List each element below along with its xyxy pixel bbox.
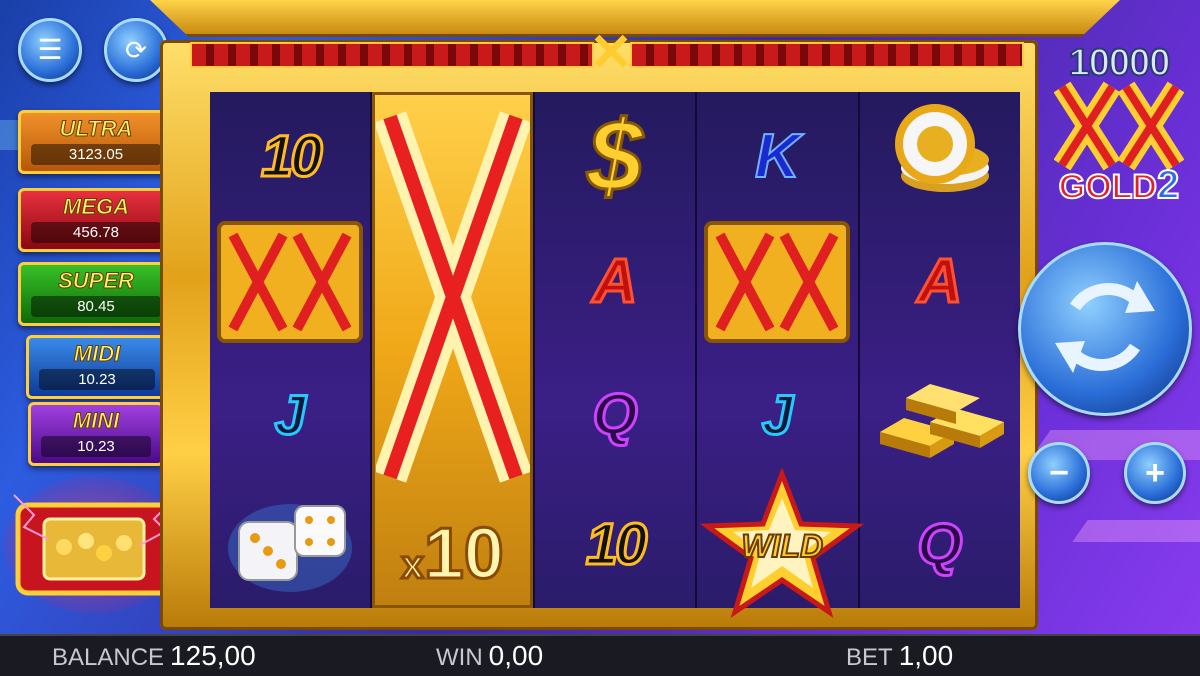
- reel-2: x10: [372, 92, 535, 608]
- game-logo: 10000 GOLD2: [1040, 41, 1198, 222]
- plus-icon: +: [1145, 454, 1165, 492]
- jackpot-ultra-name: ULTRA: [59, 116, 133, 142]
- symbol-10: 10: [584, 511, 648, 579]
- win-value: 0,00: [488, 640, 544, 671]
- jackpot-mega-value: 456.78: [31, 222, 161, 243]
- logo-gold: GOLD: [1058, 167, 1158, 207]
- symbol-double-x: [210, 217, 370, 346]
- symbol-dice: [210, 480, 370, 609]
- wild-label: WILD: [740, 527, 824, 565]
- gold-bars-icon: [870, 362, 1010, 467]
- jackpot-mega: MEGA 456.78: [18, 188, 174, 252]
- reel-1: 10 J: [210, 92, 373, 609]
- multiplier-label: x10: [400, 513, 505, 596]
- jackpot-mini: MINI 10.23: [28, 402, 164, 466]
- reel-4: K J WILD: [697, 92, 865, 618]
- bet-label: BET: [846, 644, 893, 671]
- bet-display: BET 1,00: [846, 640, 953, 672]
- symbol-q: Q: [591, 381, 639, 449]
- status-bar: BALANCE 125,00 WIN 0,00 BET 1,00: [0, 634, 1200, 676]
- menu-icon: ☰: [37, 34, 63, 65]
- spin-button[interactable]: [1018, 242, 1192, 416]
- symbol-dollar: $: [535, 92, 695, 221]
- big-x-icon: [375, 111, 530, 483]
- symbol-wild: WILD: [697, 468, 865, 618]
- symbol-10: 10: [259, 123, 323, 191]
- symbol-j: J: [760, 382, 794, 448]
- win-display: WIN 0,00: [436, 640, 543, 672]
- menu-button[interactable]: ☰: [18, 18, 82, 82]
- logo-edition: 2: [1156, 162, 1180, 208]
- autoplay-icon: ⟳: [125, 34, 147, 65]
- autoplay-button[interactable]: ⟳: [104, 18, 168, 82]
- minus-icon: −: [1049, 454, 1069, 492]
- jackpot-midi-value: 10.23: [39, 369, 155, 390]
- jackpot-midi: MIDI 10.23: [26, 335, 168, 399]
- jackpot-ultra: ULTRA 3123.05: [18, 110, 174, 174]
- dollar-icon: $: [586, 99, 645, 214]
- chips-icon: [885, 104, 995, 209]
- symbol-double-x: [697, 217, 857, 346]
- balance-value: 125,00: [170, 640, 256, 671]
- symbol-a: A: [591, 246, 639, 318]
- wild-star-icon: WILD: [697, 468, 865, 618]
- jackpot-mini-value: 10.23: [41, 436, 151, 457]
- symbol-gold-bars: [860, 350, 1020, 479]
- jackpot-mini-name: MINI: [72, 408, 120, 434]
- logo-xx-icon: [1054, 81, 1184, 171]
- reel-5: A Q: [860, 92, 1020, 608]
- reel-3: $ A Q 10: [535, 92, 698, 608]
- symbol-j: J: [273, 382, 307, 448]
- spin-icon: [1045, 267, 1165, 392]
- xx-icon: [702, 217, 852, 347]
- bet-value: 1,00: [898, 640, 954, 671]
- jackpot-super-name: SUPER: [58, 268, 135, 294]
- balance-label: BALANCE: [52, 644, 165, 671]
- jackpot-super-value: 80.45: [31, 296, 161, 317]
- frame-x-emblem: ✕: [589, 24, 633, 82]
- bet-decrease-button[interactable]: −: [1028, 442, 1090, 504]
- frame-decoration-right: [630, 42, 1024, 68]
- jackpot-super: SUPER 80.45: [18, 262, 174, 326]
- expanded-x-symbol: x10: [372, 92, 533, 608]
- win-label: WIN: [436, 644, 483, 671]
- frame-decoration-left: [190, 42, 594, 68]
- logo-10000: 10000: [1068, 41, 1172, 85]
- jackpot-mega-name: MEGA: [63, 194, 130, 220]
- header-bar: [150, 0, 1120, 37]
- bet-increase-button[interactable]: +: [1124, 442, 1186, 504]
- jackpot-ultra-value: 3123.05: [31, 144, 161, 165]
- reels-area: 10 J x10 $ A Q 10 K J WILD A Q: [210, 92, 1020, 618]
- bonus-treasure-box: [4, 475, 184, 615]
- dice-icon: [225, 492, 355, 597]
- symbol-a: A: [916, 246, 964, 318]
- jackpot-midi-name: MIDI: [73, 341, 121, 367]
- symbol-chips: [860, 92, 1020, 221]
- symbol-k: K: [754, 121, 801, 192]
- symbol-q: Q: [916, 511, 964, 579]
- xx-icon: [215, 217, 365, 347]
- balance-display: BALANCE 125,00: [52, 640, 256, 672]
